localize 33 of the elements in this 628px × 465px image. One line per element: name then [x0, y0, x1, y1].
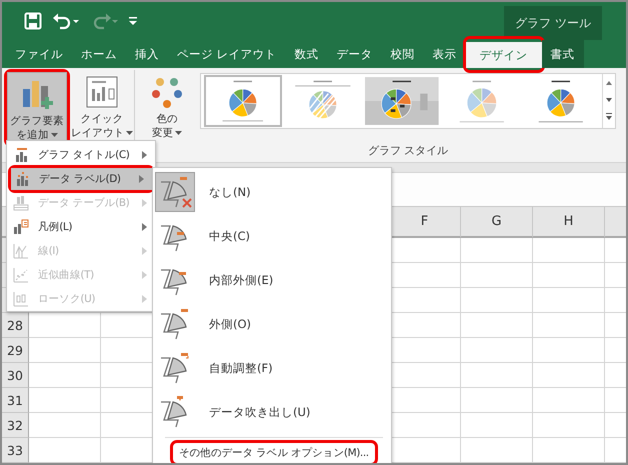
- menu-item[interactable]: 中央(C): [155, 214, 391, 258]
- menu-item[interactable]: 内部外側(E): [155, 258, 391, 302]
- ribbon-tab[interactable]: 挿入: [126, 40, 168, 68]
- row-header[interactable]: 28: [2, 313, 29, 338]
- ribbon-tab[interactable]: 校閲: [382, 40, 424, 68]
- column-header[interactable]: F: [389, 207, 461, 238]
- group-label: グラフ スタイル: [368, 143, 448, 158]
- menu-item[interactable]: なし(N): [155, 170, 391, 214]
- context-tab-label: グラフ ツール: [504, 6, 602, 40]
- menu-item[interactable]: データ ラベル(D): [11, 168, 152, 190]
- ribbon-tab[interactable]: ホーム: [72, 40, 126, 68]
- menu-item[interactable]: データ吹き出し(U): [155, 390, 391, 434]
- ribbon-tab[interactable]: 数式: [286, 40, 328, 68]
- row-header[interactable]: 29: [2, 338, 29, 363]
- ribbon-tab[interactable]: ページ レイアウト: [168, 40, 286, 68]
- column-header[interactable]: G: [461, 207, 533, 238]
- menu-item[interactable]: 凡例(L): [7, 215, 155, 239]
- ribbon-tab[interactable]: 表示: [424, 40, 466, 68]
- row-header[interactable]: 30: [2, 363, 29, 388]
- ribbon-tab[interactable]: ファイル: [6, 40, 72, 68]
- ribbon-tab[interactable]: デザイン: [466, 42, 542, 68]
- row-header[interactable]: 33: [2, 438, 29, 463]
- menu-item[interactable]: 外側(O): [155, 302, 391, 346]
- ribbon-button[interactable]: クイック レイアウト: [72, 70, 132, 142]
- column-header[interactable]: H: [533, 207, 605, 238]
- row-header[interactable]: 31: [2, 388, 29, 413]
- ribbon-tab[interactable]: データ: [328, 40, 382, 68]
- ribbon-tab[interactable]: 書式: [542, 40, 584, 68]
- ribbon-button[interactable]: 色の 変更: [137, 70, 197, 142]
- row-header[interactable]: 32: [2, 413, 29, 438]
- menu-item[interactable]: 自動調整(F): [155, 346, 391, 390]
- menu-item[interactable]: グラフ タイトル(C): [7, 143, 155, 167]
- menu-item[interactable]: その他のデータ ラベル オプション(M)...: [173, 443, 375, 463]
